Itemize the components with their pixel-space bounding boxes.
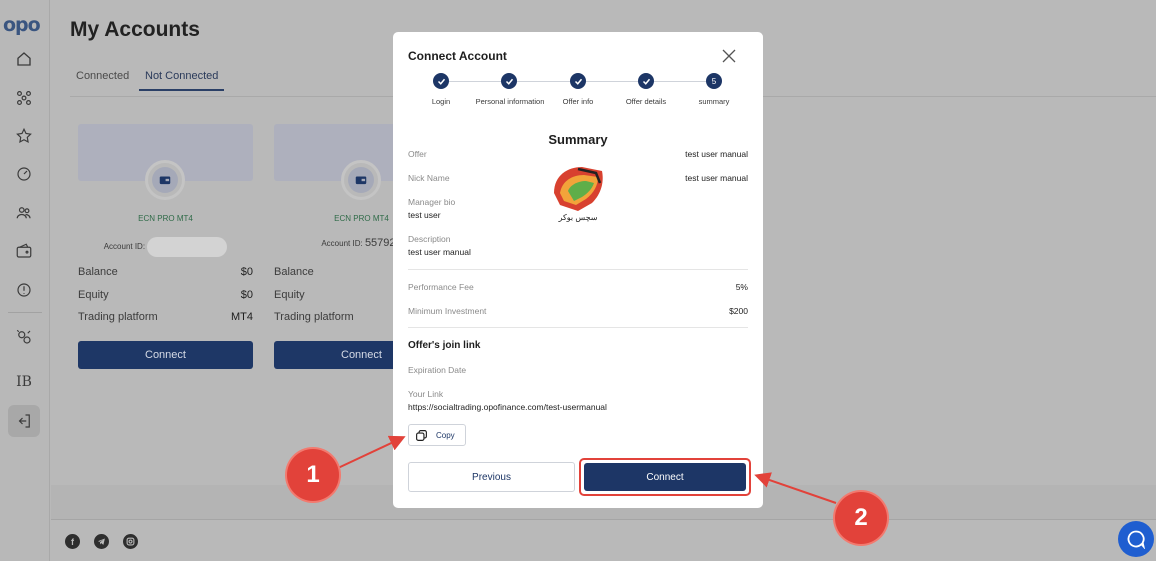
performance-fee-label: Performance Fee	[408, 282, 474, 292]
footer-divider	[51, 519, 1156, 520]
step-label: Offer info	[562, 97, 594, 106]
manager-bio-value: test user	[408, 210, 441, 220]
instagram-icon[interactable]	[123, 534, 138, 549]
chat-icon	[1127, 530, 1145, 549]
card-avatar	[341, 160, 381, 200]
equity-label: Equity	[274, 289, 305, 301]
performance-fee-value: 5%	[735, 282, 748, 292]
step-label: Personal information	[475, 97, 545, 106]
step-offer-details-check-icon	[638, 73, 654, 89]
copy-button[interactable]: Copy	[408, 424, 466, 446]
copy-label: Copy	[436, 430, 455, 440]
card-avatar	[145, 160, 185, 200]
account-id: Account ID:	[78, 237, 253, 257]
account-id-label: Account ID:	[321, 239, 363, 248]
account-id-label: Account ID:	[103, 242, 146, 252]
sidebar-item-ib[interactable]: IB	[12, 374, 36, 394]
divider	[408, 327, 748, 328]
min-investment-label: Minimum Investment	[408, 306, 487, 316]
help-icon[interactable]	[12, 278, 36, 302]
step-offer-info-check-icon	[570, 73, 586, 89]
app-logo[interactable]: opo	[3, 14, 47, 36]
equity-value: $0	[240, 289, 253, 301]
account-id-value	[147, 237, 228, 257]
chat-button[interactable]	[1118, 521, 1154, 557]
wallet-icon	[355, 176, 367, 185]
manager-logo-caption: سچس بوکر	[558, 213, 598, 222]
nickname-value: test user manual	[685, 173, 748, 183]
wallet-icon[interactable]	[12, 239, 36, 263]
connect-button-highlight: Connect	[579, 458, 751, 496]
your-link-value[interactable]: https://socialtrading.opofinance.com/tes…	[408, 402, 607, 412]
copy-icon	[416, 429, 427, 441]
min-investment-value: $200	[729, 306, 748, 316]
previous-button[interactable]: Previous	[408, 462, 575, 492]
home-icon[interactable]	[12, 47, 36, 71]
manager-bio-label: Manager bio	[408, 197, 456, 207]
platform-label: Trading platform	[274, 311, 354, 323]
connect-button[interactable]: Connect	[584, 463, 746, 491]
telegram-icon[interactable]	[94, 534, 109, 549]
balance-label: Balance	[274, 266, 314, 278]
equity-label: Equity	[78, 289, 109, 301]
platform-value: MT4	[231, 311, 253, 323]
expiration-date-label: Expiration Date	[408, 365, 467, 375]
offer-label: Offer	[408, 149, 427, 159]
annotation-marker-2: 2	[835, 492, 887, 544]
connect-account-modal: Connect Account 5 Login Personal informa…	[393, 32, 763, 508]
users-icon[interactable]	[12, 201, 36, 225]
step-personal-check-icon	[501, 73, 517, 89]
description-value: test user manual	[408, 247, 471, 257]
wallet-icon	[159, 176, 171, 185]
star-icon[interactable]	[12, 124, 36, 148]
step-label: Offer details	[625, 97, 667, 106]
description-label: Description	[408, 234, 451, 244]
nickname-label: Nick Name	[408, 173, 450, 183]
summary-title: Summary	[548, 132, 608, 147]
step-login-check-icon	[433, 73, 449, 89]
step-summary-number: 5	[706, 73, 722, 89]
account-type: ECN PRO MT4	[138, 214, 193, 223]
sidebar-divider	[8, 312, 42, 313]
close-icon[interactable]	[721, 48, 737, 64]
tab-not-connected[interactable]: Not Connected	[139, 70, 225, 91]
offer-value: test user manual	[685, 149, 748, 159]
step-connector	[654, 81, 706, 82]
tab-connected[interactable]: Connected	[76, 70, 129, 82]
join-link-title: Offer's join link	[408, 340, 481, 351]
your-link-label: Your Link	[408, 389, 444, 399]
modal-title: Connect Account	[408, 49, 507, 63]
network-icon[interactable]	[12, 86, 36, 110]
balance-label: Balance	[78, 266, 118, 278]
step-label: summary	[698, 97, 730, 106]
step-label: Login	[431, 97, 451, 106]
balance-value: $0	[240, 266, 253, 278]
card-connect-button[interactable]: Connect	[78, 341, 253, 369]
page-title: My Accounts	[70, 18, 200, 41]
platform-label: Trading platform	[78, 311, 158, 323]
annotation-marker-1: 1	[287, 449, 339, 501]
step-connector	[449, 81, 501, 82]
sidebar: opo IB	[0, 0, 50, 561]
step-connector	[517, 81, 570, 82]
referral-icon[interactable]	[12, 325, 36, 349]
logout-icon[interactable]	[12, 409, 36, 433]
account-card: ECN PRO MT4 Account ID: Balance $0 Equit…	[78, 124, 253, 374]
speedometer-icon[interactable]	[12, 162, 36, 186]
divider	[408, 269, 748, 270]
step-connector	[586, 81, 638, 82]
facebook-icon[interactable]: f	[65, 534, 80, 549]
